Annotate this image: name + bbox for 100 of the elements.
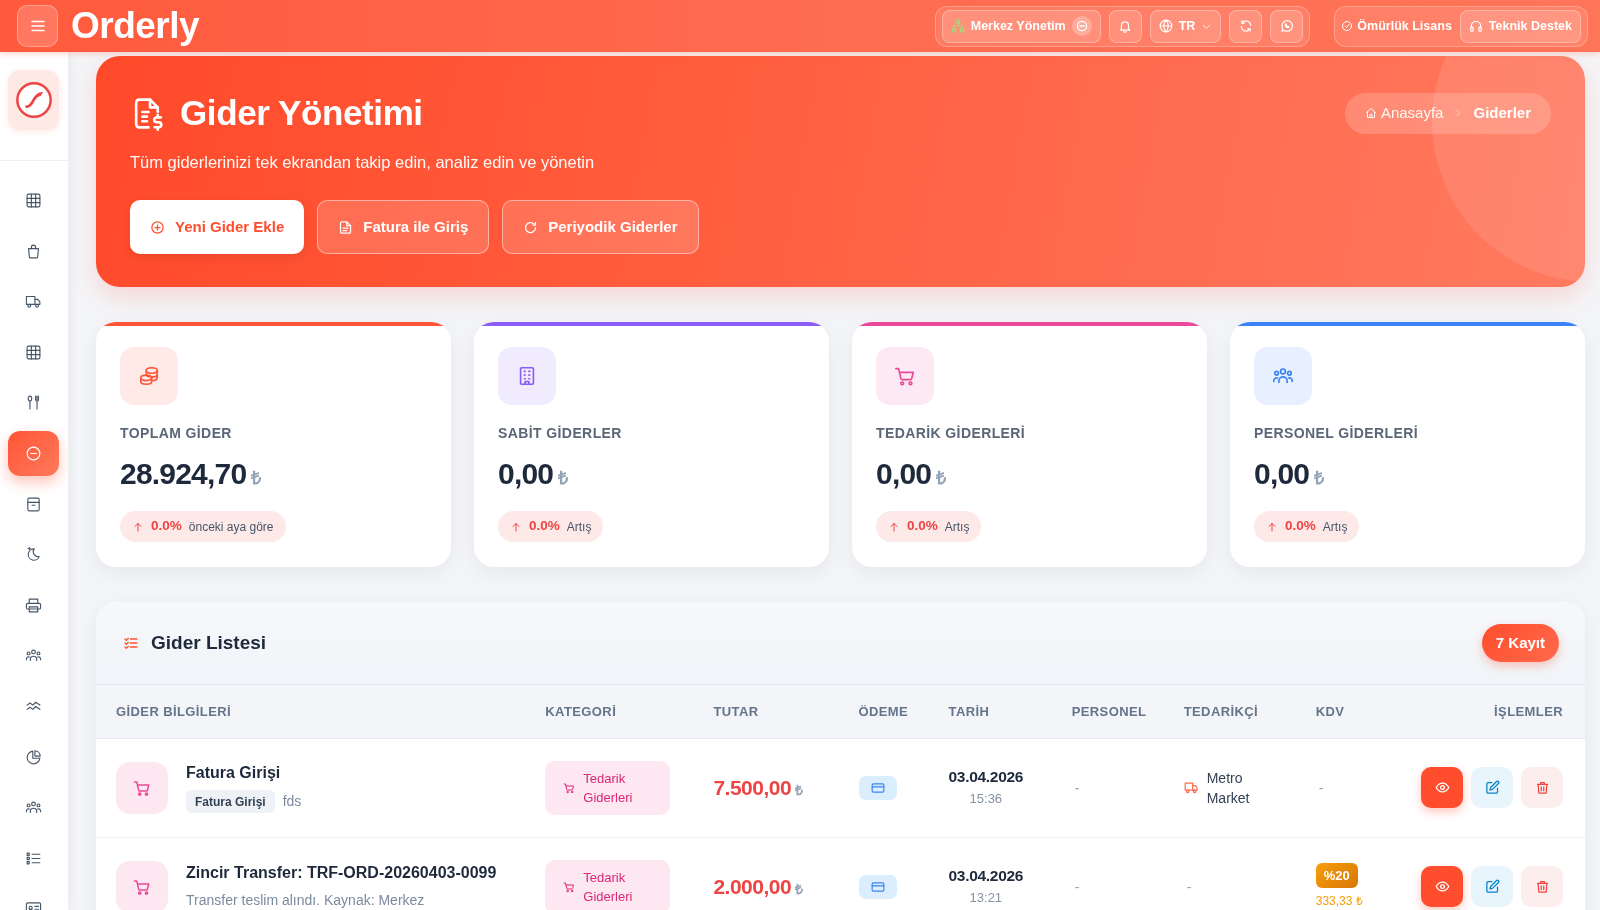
edit-button[interactable] (1471, 767, 1513, 808)
category-label: Tedarik Giderleri (583, 868, 634, 906)
breadcrumb-link[interactable]: Anasayfa (1364, 101, 1444, 125)
language-selector[interactable]: TR (1149, 9, 1222, 43)
edit-button[interactable] (1471, 866, 1513, 907)
chat-icon (1279, 19, 1294, 33)
expense-title: Zincir Transfer: TRF-ORD-20260403-0099 (186, 863, 497, 883)
refresh-icon (1238, 19, 1253, 33)
support-button[interactable]: Teknik Destek (1459, 9, 1581, 43)
stat-label: TEDARİK GİDERLERİ (876, 424, 1027, 443)
cart-icon (116, 860, 168, 910)
cart-icon (563, 880, 576, 893)
time-text: 13:21 (968, 888, 1004, 907)
globe-icon (1158, 19, 1173, 33)
cart-icon (563, 781, 576, 794)
column-header: ÖDEME (858, 685, 949, 738)
trash-icon (1534, 879, 1550, 894)
delete-button[interactable] (1521, 866, 1563, 907)
stat-label: SABİT GİDERLER (498, 424, 623, 443)
stat-label: TOPLAM GİDER (120, 424, 233, 443)
checklist-icon (123, 635, 139, 651)
empty-value: - (1073, 878, 1080, 895)
currency-symbol: ₺ (795, 880, 804, 897)
empty-value: - (1317, 779, 1324, 796)
truck-icon (25, 293, 42, 311)
arrow-up-icon (132, 520, 144, 533)
pencil-square-icon (1484, 879, 1500, 894)
page-title: Gider Yönetimi (180, 92, 423, 134)
invoice-entry-button[interactable]: Fatura ile Giriş (317, 200, 490, 254)
sitemap-icon (950, 19, 965, 33)
currency-symbol: ₺ (558, 467, 569, 490)
headset-icon (1468, 19, 1483, 33)
column-header: GİDER BİLGİLERİ (96, 685, 546, 738)
source-tag: Fatura Girişi (186, 790, 275, 813)
chat-button[interactable] (1270, 9, 1304, 43)
view-button[interactable] (1421, 866, 1463, 907)
vat-rate-badge: %20 (1315, 862, 1358, 889)
expense-title: Fatura Girişi (186, 763, 282, 783)
category-label: Tedarik Giderleri (583, 769, 634, 807)
cart-icon (876, 347, 934, 405)
column-header: TARİH (948, 685, 1072, 738)
minus-circle-icon (1071, 16, 1092, 36)
moon-icon (25, 546, 42, 564)
change-percent: 0.0% (907, 517, 938, 536)
cart-icon (116, 761, 168, 814)
column-header: PERSONEL (1071, 685, 1184, 738)
people-icon (1254, 347, 1312, 405)
pie-chart-icon (25, 748, 42, 766)
pencil-square-icon (1484, 780, 1500, 795)
logo-icon (8, 70, 59, 130)
building-icon (498, 347, 556, 405)
empty-value: - (1185, 878, 1192, 895)
grid-icon (25, 343, 42, 361)
date-text: 03.04.2026 (948, 865, 1024, 886)
column-header: TEDARİKÇİ (1183, 685, 1316, 738)
amount-value: 2.000,00 (713, 874, 792, 898)
time-text: 15:36 (968, 789, 1004, 808)
document-icon (338, 219, 354, 235)
stat-value: 28.924,70 (120, 456, 247, 492)
printer-icon (25, 596, 42, 614)
currency-symbol: ₺ (1314, 467, 1325, 490)
menu-button[interactable] (17, 5, 58, 47)
expense-note: fds (282, 792, 302, 811)
view-button[interactable] (1421, 767, 1463, 808)
supplier-name: Metro Market (1206, 768, 1251, 808)
stat-value: 0,00 (876, 456, 932, 492)
date-text: 03.04.2026 (948, 766, 1024, 787)
expense-note: Transfer teslim alındı. Kaynak: Merkez (186, 891, 425, 910)
column-header: KATEGORİ (545, 685, 714, 738)
currency-symbol: ₺ (936, 467, 947, 490)
stat-value: 0,00 (498, 456, 554, 492)
credit-card-icon (858, 874, 897, 899)
add-expense-button[interactable]: Yeni Gider Ekle (130, 200, 305, 254)
fork-spoon-icon (25, 394, 42, 412)
truck-icon (1183, 780, 1199, 795)
vat-amount: 333,33 ₺ (1315, 893, 1364, 910)
stat-label: PERSONEL GİDERLERİ (1254, 424, 1420, 443)
page-subtitle: Tüm giderlerinizi tek ekrandan takip edin, analiz edin ve yönetin (130, 152, 596, 173)
home-icon (1364, 107, 1377, 119)
minus-circle-icon (25, 444, 42, 462)
breadcrumb-current: Giderler (1473, 102, 1531, 123)
empty-value: - (1073, 779, 1080, 796)
refresh-button[interactable] (1229, 9, 1263, 43)
trash-icon (1534, 780, 1550, 795)
credit-card-icon (858, 775, 897, 800)
column-header: İŞLEMLER (1415, 685, 1585, 738)
column-header: KDV (1315, 685, 1416, 738)
delete-button[interactable] (1521, 767, 1563, 808)
change-note: Artış (1322, 518, 1348, 536)
arrow-up-icon (510, 520, 522, 533)
record-count-badge: 7 Kayıt (1481, 624, 1559, 662)
check-circle-icon (1341, 20, 1354, 32)
change-percent: 0.0% (529, 517, 560, 536)
sidebar-item[interactable] (8, 430, 59, 476)
branch-selector[interactable]: Merkez Yönetim (941, 9, 1101, 43)
coins-icon (120, 347, 178, 405)
recurring-expenses-button[interactable]: Periyodik Giderler (502, 200, 699, 254)
table-grid-icon (25, 192, 42, 209)
notification-button[interactable] (1108, 9, 1142, 43)
panel-title: Gider Listesi (151, 631, 267, 655)
